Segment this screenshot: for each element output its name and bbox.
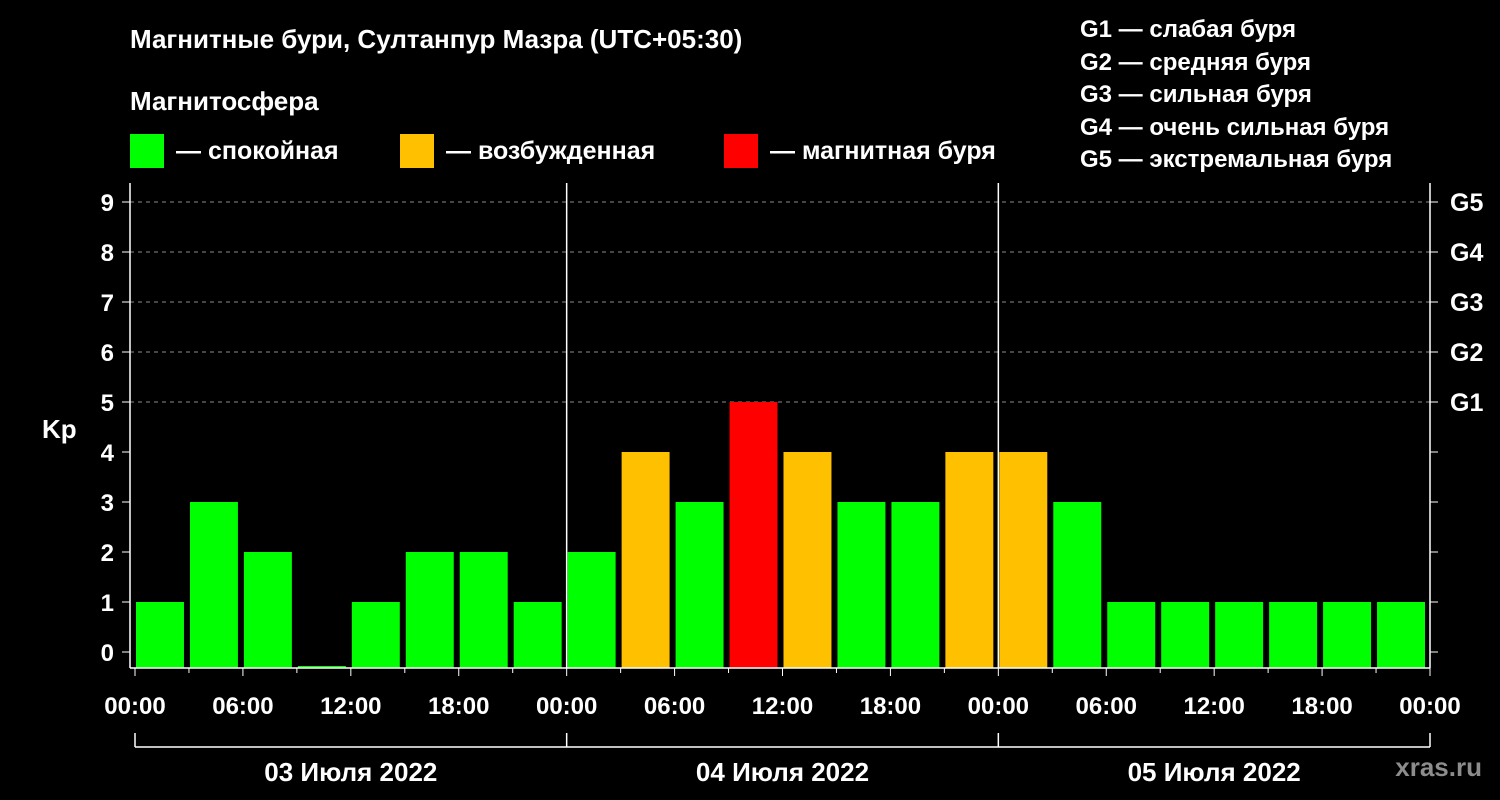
watermark: xras.ru [1395,752,1482,782]
g-level-label: G5 [1450,189,1483,217]
y-tick-label: 4 [101,440,115,467]
kp-bar [136,602,184,668]
kp-bar [567,552,616,668]
y-axis-label: Kp [42,414,77,444]
y-tick-label: 7 [101,290,114,317]
kp-bar [459,552,508,668]
kp-bar [621,452,670,668]
kp-bar [891,502,940,668]
kp-bar [1161,602,1210,668]
kp-bar [1323,602,1372,668]
day-label: 05 Июля 2022 [1128,757,1301,787]
x-tick-label: 06:00 [212,693,273,720]
y-tick-label: 8 [101,240,114,267]
g-level-label: G3 [1450,289,1483,317]
y-tick-label: 1 [101,590,114,617]
y-tick-label: 9 [101,190,114,217]
x-tick-label: 12:00 [752,693,813,720]
kp-bar [1269,602,1318,668]
y-tick-label: 0 [101,640,114,667]
kp-bar [999,452,1048,668]
x-tick-label: 00:00 [1399,693,1460,720]
kp-bar [1215,602,1264,668]
x-tick-label: 18:00 [860,693,921,720]
kp-bar [513,602,562,668]
x-tick-label: 12:00 [320,693,381,720]
kp-bar [1053,502,1102,668]
kp-chart: 0 1 2 3 4 5 6 7 8 9 00:00 06:00 12:00 18:00 00:00 06:00… [42,183,1483,787]
kp-bar [837,502,886,668]
y-tick-label: 2 [101,540,114,567]
kp-bar [351,602,400,668]
x-tick-label: 06:00 [1076,693,1137,720]
kp-bar [189,502,238,668]
kp-bar [243,552,292,668]
kp-bar [675,502,724,668]
y-tick-label: 6 [101,340,114,367]
day-label: 03 Июля 2022 [264,757,437,787]
kp-bar [729,402,778,668]
x-tick-label: 00:00 [968,693,1029,720]
g-level-label: G4 [1450,239,1483,267]
kp-bar [405,552,454,668]
y-tick-label: 5 [101,390,114,417]
kp-bar [945,452,994,668]
x-tick-label: 00:00 [104,693,165,720]
g-level-label: G2 [1450,339,1483,367]
y-tick-label: 3 [101,490,114,517]
x-tick-label: 18:00 [1291,693,1352,720]
kp-bar [783,452,832,668]
kp-bar [1107,602,1156,668]
g-level-label: G1 [1450,389,1483,417]
kp-bar [1377,602,1425,668]
x-tick-label: 06:00 [644,693,705,720]
x-tick-label: 00:00 [536,693,597,720]
day-label: 04 Июля 2022 [696,757,869,787]
x-tick-label: 18:00 [428,693,489,720]
x-tick-label: 12:00 [1183,693,1244,720]
